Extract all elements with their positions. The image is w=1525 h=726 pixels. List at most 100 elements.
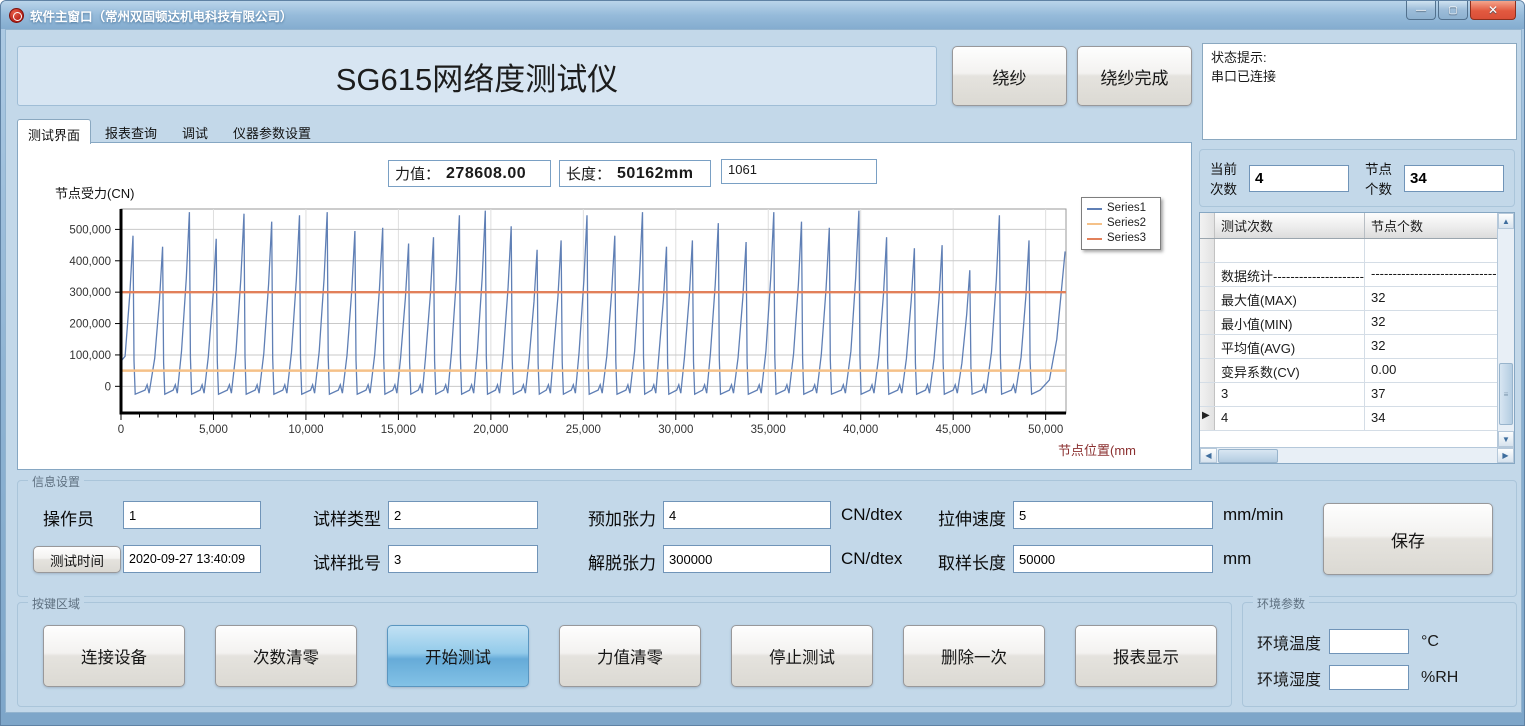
status-box: 状态提示: 串口已连接 — [1202, 43, 1517, 140]
info-settings-label: 信息设置 — [28, 473, 84, 490]
chart-legend: Series1Series2Series3 — [1081, 197, 1161, 250]
scroll-right-button[interactable]: ▶ — [1497, 448, 1514, 463]
sample-length-input[interactable] — [1013, 545, 1213, 573]
force-readout: 力值： 278608.00 — [388, 160, 551, 187]
current-count-input[interactable] — [1249, 165, 1349, 192]
key-button[interactable]: 连接设备 — [43, 625, 185, 687]
horizontal-scrollbar[interactable]: ◀ ▶ — [1200, 447, 1514, 463]
svg-text:30,000: 30,000 — [658, 424, 693, 436]
force-label: 力值： — [395, 163, 440, 184]
maximize-button[interactable]: ▢ — [1438, 1, 1468, 20]
row-stub — [1200, 359, 1215, 382]
pretension-label: 预加张力 — [588, 505, 656, 530]
svg-text:45,000: 45,000 — [936, 424, 971, 436]
svg-text:20,000: 20,000 — [473, 424, 508, 436]
row-stub — [1200, 335, 1215, 358]
svg-text:10,000: 10,000 — [288, 424, 323, 436]
svg-text:100,000: 100,000 — [69, 350, 111, 362]
table-row[interactable]: 平均值(AVG)32 — [1200, 335, 1497, 359]
scroll-up-button[interactable]: ▲ — [1498, 213, 1514, 229]
close-button[interactable]: ✕ — [1470, 1, 1516, 20]
cell-test-count: 最小值(MIN) — [1215, 311, 1365, 334]
vertical-scrollbar[interactable]: ▲ ≡ ▼ — [1497, 213, 1514, 447]
legend-label: Series1 — [1107, 201, 1146, 216]
key-button[interactable]: 删除一次 — [903, 625, 1045, 687]
sample-type-input[interactable] — [388, 501, 538, 529]
cell-test-count: 3 — [1215, 383, 1365, 406]
app-window: 软件主窗口（常州双固顿达机电科技有限公司） — ▢ ✕ SG615网络度测试仪 … — [0, 0, 1525, 726]
wind-yarn-done-button[interactable]: 绕纱完成 — [1077, 46, 1192, 106]
horizontal-scroll-thumb[interactable] — [1218, 449, 1278, 463]
scroll-left-button[interactable]: ◀ — [1200, 448, 1217, 463]
cell-node-count: -------------------------------- — [1365, 263, 1497, 286]
vertical-scroll-thumb[interactable]: ≡ — [1499, 363, 1513, 425]
test-time-input[interactable] — [123, 545, 261, 573]
titlebar[interactable]: 软件主窗口（常州双固顿达机电科技有限公司） — ▢ ✕ — [1, 1, 1524, 29]
speed-input[interactable] — [1013, 501, 1213, 529]
test-time-button[interactable]: 测试时间 — [33, 546, 121, 573]
test-panel: 力值： 278608.00 长度： 50162mm 1061 节点受力(CN) … — [17, 142, 1192, 470]
operator-input[interactable] — [123, 501, 261, 529]
save-button[interactable]: 保存 — [1323, 503, 1493, 575]
force-value: 278608.00 — [446, 165, 526, 183]
svg-text:25,000: 25,000 — [566, 424, 601, 436]
cell-node-count: 节点个数 — [1365, 213, 1497, 238]
legend-item: Series2 — [1087, 216, 1155, 231]
batch-input[interactable] — [388, 545, 538, 573]
svg-text:15,000: 15,000 — [381, 424, 416, 436]
table-row[interactable]: 数据统计------------------------------------… — [1200, 263, 1497, 287]
key-button[interactable]: 开始测试 — [387, 625, 529, 687]
key-button[interactable]: 力值清零 — [559, 625, 701, 687]
pretension-unit: CN/dtex — [841, 505, 902, 525]
node-count-input[interactable] — [1404, 165, 1504, 192]
key-button[interactable]: 报表显示 — [1075, 625, 1217, 687]
info-settings-group: 信息设置 操作员 试样类型 预加张力 CN/dtex 拉伸速度 mm/min 测… — [17, 480, 1517, 597]
pretension-input[interactable] — [663, 501, 831, 529]
tab-3[interactable]: 调试 — [171, 118, 219, 143]
tab-2[interactable]: 报表查询 — [94, 118, 168, 143]
length-readout: 长度： 50162mm — [559, 160, 711, 187]
svg-text:5,000: 5,000 — [199, 424, 228, 436]
cell-test-count: 4 — [1215, 407, 1365, 430]
chart: 05,00010,00015,00020,00025,00030,00035,0… — [36, 195, 1176, 467]
page-title: SG615网络度测试仪 — [17, 46, 937, 106]
cell-node-count: 32 — [1365, 335, 1497, 358]
release-tension-input[interactable] — [663, 545, 831, 573]
tab-4[interactable]: 仪器参数设置 — [222, 118, 322, 143]
svg-text:500,000: 500,000 — [69, 224, 111, 236]
table-row[interactable]: 最大值(MAX)32 — [1200, 287, 1497, 311]
env-humidity-input[interactable] — [1329, 665, 1409, 690]
cell-node-count: 37 — [1365, 383, 1497, 406]
length-value: 50162mm — [617, 165, 693, 183]
wind-yarn-button[interactable]: 绕纱 — [952, 46, 1067, 106]
svg-text:0: 0 — [105, 381, 111, 393]
current-count-label: 当前次数 — [1210, 158, 1241, 198]
env-temp-label: 环境温度 — [1257, 630, 1321, 654]
key-area-group: 按键区域 连接设备次数清零开始测试力值清零停止测试删除一次报表显示 — [17, 602, 1232, 707]
key-button[interactable]: 停止测试 — [731, 625, 873, 687]
cell-node-count: 32 — [1365, 287, 1497, 310]
table-row[interactable]: 337 — [1200, 383, 1497, 407]
legend-label: Series3 — [1107, 231, 1146, 246]
cell-test-count: 数据统计---------------------- — [1215, 263, 1365, 286]
env-temp-input[interactable] — [1329, 629, 1409, 654]
minimize-button[interactable]: — — [1406, 1, 1436, 20]
scroll-down-button[interactable]: ▼ — [1498, 431, 1514, 447]
table-row[interactable]: 变异系数(CV)0.00 — [1200, 359, 1497, 383]
window-title: 软件主窗口（常州双固顿达机电科技有限公司） — [30, 6, 293, 25]
table-row[interactable]: ▶434 — [1200, 407, 1497, 431]
cell-test-count: 最大值(MAX) — [1215, 287, 1365, 310]
tab-1[interactable]: 测试界面 — [17, 119, 91, 144]
svg-text:200,000: 200,000 — [69, 319, 111, 331]
status-label: 状态提示: — [1211, 49, 1508, 68]
key-button[interactable]: 次数清零 — [215, 625, 357, 687]
table-row[interactable]: 最小值(MIN)32 — [1200, 311, 1497, 335]
legend-swatch — [1087, 238, 1102, 240]
row-stub: ▶ — [1200, 407, 1215, 430]
status-message: 串口已连接 — [1211, 68, 1508, 87]
table-row[interactable] — [1200, 239, 1497, 263]
cell-test-count: 变异系数(CV) — [1215, 359, 1365, 382]
env-params-group: 环境参数 环境温度 °C 环境湿度 %RH — [1242, 602, 1517, 707]
svg-text:300,000: 300,000 — [69, 287, 111, 299]
node-count-label: 节点个数 — [1365, 158, 1396, 198]
